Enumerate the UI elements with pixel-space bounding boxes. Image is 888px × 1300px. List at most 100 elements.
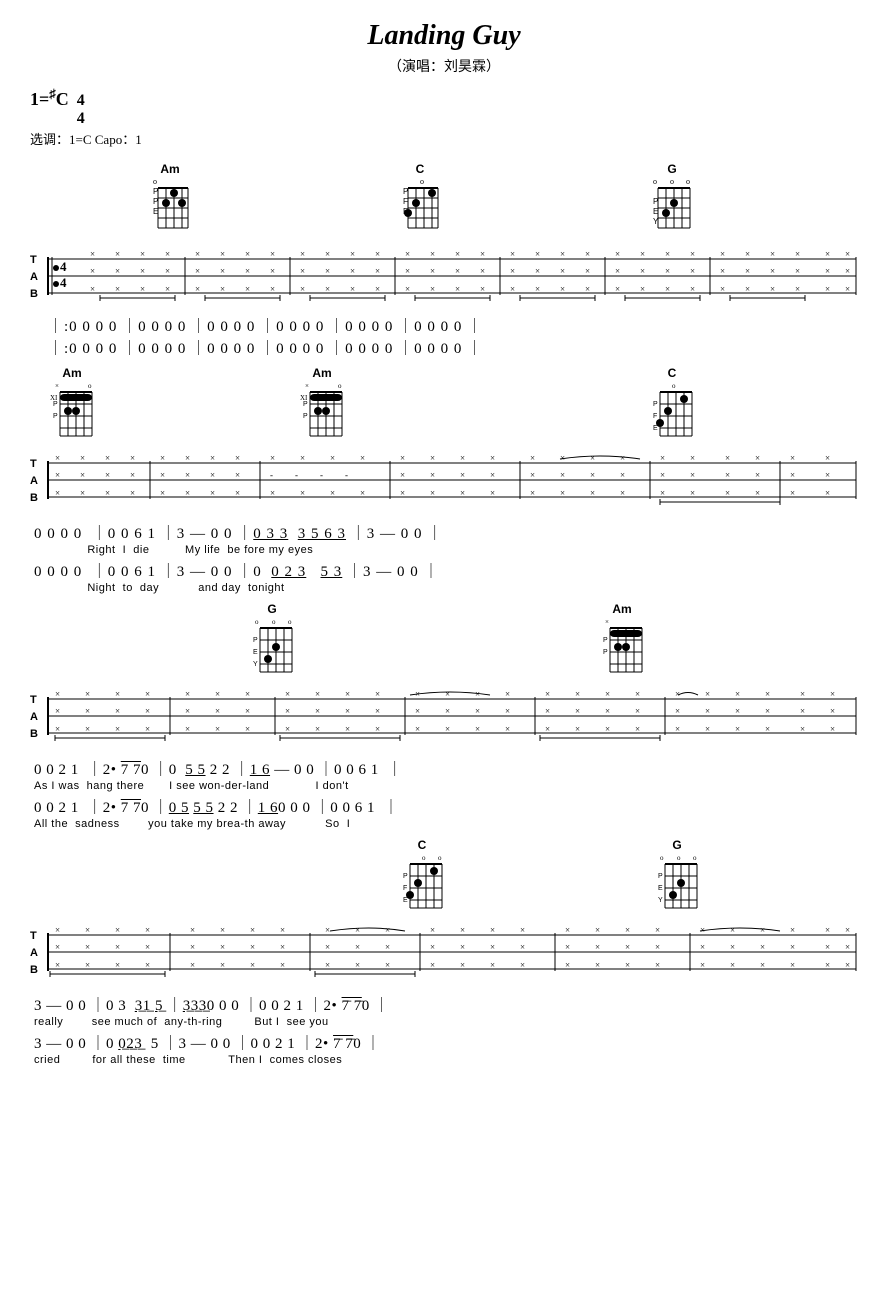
- svg-text:×: ×: [55, 925, 60, 935]
- svg-text:×: ×: [245, 689, 250, 699]
- svg-text:o: o: [670, 177, 674, 186]
- svg-text:P: P: [153, 197, 158, 206]
- svg-text:×: ×: [560, 284, 565, 294]
- svg-text:×: ×: [490, 488, 495, 498]
- svg-text:×: ×: [490, 960, 495, 970]
- svg-text:×: ×: [285, 689, 290, 699]
- svg-text:×: ×: [105, 488, 110, 498]
- svg-text:×: ×: [590, 453, 595, 463]
- svg-text:×: ×: [325, 925, 330, 935]
- svg-text:×: ×: [115, 925, 120, 935]
- svg-text:×: ×: [375, 724, 380, 734]
- svg-text:×: ×: [130, 470, 135, 480]
- svg-text:o: o: [272, 618, 276, 626]
- svg-text:×: ×: [250, 942, 255, 952]
- svg-text:o: o: [338, 382, 342, 390]
- svg-text:×: ×: [575, 689, 580, 699]
- svg-text:×: ×: [345, 706, 350, 716]
- svg-text:×: ×: [490, 453, 495, 463]
- svg-text:×: ×: [615, 249, 620, 259]
- svg-text:×: ×: [505, 724, 510, 734]
- svg-text:P: P: [153, 187, 158, 196]
- svg-text:×: ×: [90, 249, 95, 259]
- svg-text:×: ×: [535, 284, 540, 294]
- svg-text:×: ×: [560, 470, 565, 480]
- svg-text:×: ×: [430, 249, 435, 259]
- svg-text:×: ×: [325, 284, 330, 294]
- svg-text:×: ×: [730, 960, 735, 970]
- svg-text:×: ×: [530, 470, 535, 480]
- svg-text:×: ×: [355, 925, 360, 935]
- svg-text:×: ×: [460, 453, 465, 463]
- svg-text:×: ×: [160, 470, 165, 480]
- svg-text:×: ×: [705, 724, 710, 734]
- svg-text:×: ×: [480, 249, 485, 259]
- svg-text:×: ×: [270, 284, 275, 294]
- svg-text:×: ×: [185, 470, 190, 480]
- notation-chorus1-2: 0 0 2 1 ｜2• 7 70 ｜0 5 5 5 2 2 ｜1 60 0 0 …: [30, 796, 858, 817]
- svg-text:×: ×: [545, 689, 550, 699]
- svg-text:×: ×: [445, 724, 450, 734]
- svg-text:×: ×: [430, 266, 435, 276]
- svg-text:×: ×: [560, 266, 565, 276]
- svg-text:×: ×: [300, 453, 305, 463]
- svg-text:o: o: [693, 854, 697, 862]
- svg-text:×: ×: [830, 724, 835, 734]
- svg-text:×: ×: [190, 960, 195, 970]
- svg-text:×: ×: [330, 488, 335, 498]
- svg-text:×: ×: [325, 960, 330, 970]
- svg-text:×: ×: [350, 266, 355, 276]
- chord-G-1: G o o o P: [650, 162, 694, 234]
- svg-text:×: ×: [655, 942, 660, 952]
- svg-text:×: ×: [55, 960, 60, 970]
- svg-text:×: ×: [185, 724, 190, 734]
- svg-text:×: ×: [655, 925, 660, 935]
- chord-Am-3: Am × o XI: [300, 366, 344, 442]
- svg-text:×: ×: [800, 724, 805, 734]
- svg-text:×: ×: [145, 925, 150, 935]
- svg-text:×: ×: [360, 453, 365, 463]
- svg-text:×: ×: [300, 488, 305, 498]
- svg-text:×: ×: [690, 453, 695, 463]
- svg-text:×: ×: [530, 488, 535, 498]
- svg-text:×: ×: [675, 724, 680, 734]
- svg-text:o: o: [420, 177, 424, 186]
- svg-text:×: ×: [545, 724, 550, 734]
- svg-text:P: P: [53, 413, 58, 420]
- svg-text:×: ×: [635, 689, 640, 699]
- svg-text:×: ×: [325, 266, 330, 276]
- svg-text:×: ×: [795, 266, 800, 276]
- svg-text:-: -: [270, 470, 273, 480]
- svg-text:×: ×: [55, 724, 60, 734]
- svg-text:×: ×: [375, 706, 380, 716]
- svg-text:4: 4: [60, 259, 67, 274]
- lyrics-chorus1-1: As I was hang there I see won-der-land I…: [30, 780, 858, 792]
- svg-text:×: ×: [215, 724, 220, 734]
- chord-Am-1: Am o: [150, 162, 190, 234]
- notation-chorus2-2: 3 — 0 0 ｜0 0̲2̲3̲ 5 ｜3 — 0 0 ｜0 0 2 1 ｜2…: [30, 1032, 858, 1053]
- svg-text:o: o: [88, 382, 92, 390]
- svg-text:×: ×: [760, 925, 765, 935]
- svg-text:×: ×: [245, 724, 250, 734]
- svg-text:×: ×: [755, 453, 760, 463]
- capo-info: 选调：1=C Capo：1: [30, 129, 858, 148]
- svg-text:×: ×: [585, 249, 590, 259]
- svg-text:×: ×: [270, 249, 275, 259]
- svg-text:×: ×: [385, 960, 390, 970]
- svg-text:×: ×: [360, 488, 365, 498]
- svg-text:-: -: [345, 470, 348, 480]
- svg-text:×: ×: [130, 488, 135, 498]
- svg-text:×: ×: [690, 488, 695, 498]
- svg-text:×: ×: [755, 488, 760, 498]
- svg-text:×: ×: [405, 284, 410, 294]
- svg-text:×: ×: [220, 942, 225, 952]
- svg-text:×: ×: [430, 488, 435, 498]
- svg-text:×: ×: [220, 925, 225, 935]
- svg-text:×: ×: [430, 284, 435, 294]
- svg-text:×: ×: [625, 960, 630, 970]
- svg-text:×: ×: [85, 706, 90, 716]
- svg-text:A: A: [30, 475, 38, 487]
- svg-text:×: ×: [755, 470, 760, 480]
- svg-text:×: ×: [325, 249, 330, 259]
- svg-text:×: ×: [665, 249, 670, 259]
